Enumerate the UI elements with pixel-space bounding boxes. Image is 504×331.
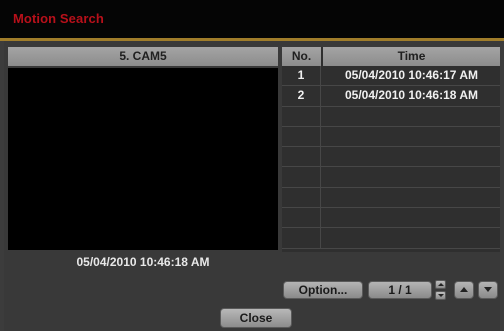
close-button[interactable]: Close — [220, 308, 292, 328]
option-button[interactable]: Option... — [283, 281, 363, 299]
row-number: 1 — [282, 66, 321, 86]
row-time: 05/04/2010 10:46:17 AM — [345, 68, 478, 82]
row-time: 05/04/2010 10:46:18 AM — [345, 88, 478, 103]
scroll-down-button[interactable] — [478, 281, 498, 299]
table-row[interactable] — [282, 147, 500, 168]
table-row[interactable] — [282, 187, 500, 209]
page-spinner — [435, 280, 446, 300]
window-title: Motion Search — [13, 11, 104, 26]
event-rows: 1 05/04/2010 10:46:17 AM 2 05/04/2010 10… — [282, 66, 500, 249]
row-number — [282, 167, 321, 187]
table-row[interactable] — [282, 228, 500, 249]
camera-label: 5. CAM5 — [8, 47, 278, 66]
table-row[interactable]: 2 05/04/2010 10:46:18 AM — [282, 86, 500, 107]
table-row[interactable]: 1 05/04/2010 10:46:17 AM — [282, 66, 500, 87]
column-header-time[interactable]: Time — [323, 47, 500, 66]
column-header-no[interactable]: No. — [282, 47, 321, 66]
row-number — [282, 187, 321, 208]
row-time — [323, 208, 500, 227]
row-number — [282, 106, 321, 126]
title-bar: Motion Search — [0, 0, 504, 38]
spinner-down-icon[interactable] — [435, 291, 446, 300]
row-time — [323, 107, 500, 126]
table-row[interactable] — [282, 208, 500, 229]
triangle-down-icon — [484, 287, 492, 292]
table-row[interactable] — [282, 167, 500, 188]
table-row[interactable] — [282, 106, 500, 127]
row-number — [282, 228, 321, 248]
row-number — [282, 126, 321, 147]
row-time — [323, 167, 500, 186]
spinner-up-icon[interactable] — [435, 280, 446, 289]
page-indicator: 1 / 1 — [368, 281, 432, 299]
scroll-up-button[interactable] — [454, 281, 474, 299]
row-time — [323, 147, 500, 166]
table-row[interactable] — [282, 126, 500, 148]
triangle-up-icon — [460, 287, 468, 292]
row-time — [323, 228, 500, 247]
row-time — [323, 127, 500, 146]
row-number — [282, 147, 321, 167]
motion-search-dialog: Motion Search 5. CAM5 05/04/2010 10:46:1… — [0, 0, 504, 331]
video-preview — [8, 68, 278, 250]
row-number — [282, 208, 321, 228]
row-number: 2 — [282, 86, 321, 106]
row-time — [323, 188, 500, 207]
video-timestamp: 05/04/2010 10:46:18 AM — [76, 255, 210, 269]
